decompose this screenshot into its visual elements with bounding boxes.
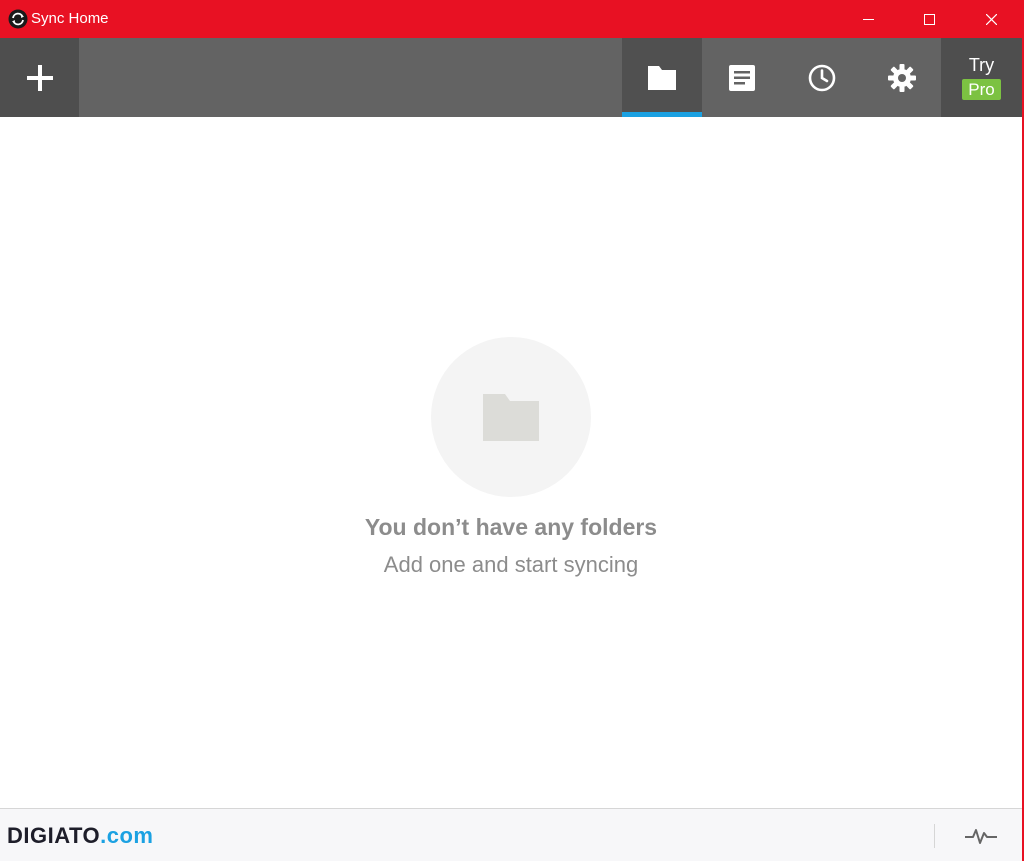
clock-icon [808,64,836,91]
minimize-icon [862,18,874,20]
window-title: Sync Home [31,10,109,27]
watermark-main: DIGIATO [7,823,101,848]
plus-icon [26,64,53,91]
empty-state-illustration [431,337,591,497]
activity-icon[interactable] [965,826,997,846]
close-icon [985,13,997,25]
minimize-button[interactable] [837,0,899,38]
toolbar: Try Pro [0,38,1022,117]
empty-state-subtitle: Add one and start syncing [383,552,639,577]
active-tab-indicator [622,112,702,117]
tab-log[interactable] [702,38,782,117]
pro-badge: Pro [962,79,1001,100]
gear-icon [888,63,916,92]
maximize-icon [923,13,935,25]
close-button[interactable] [960,0,1022,38]
tab-settings[interactable] [862,38,942,117]
empty-state-title: You don’t have any folders [364,514,658,540]
watermark-tld: .com [100,823,154,848]
tab-folders[interactable] [622,38,702,117]
status-divider [934,824,935,848]
title-bar[interactable]: Sync Home [0,0,1024,38]
tab-history[interactable] [782,38,862,117]
document-icon [729,64,755,91]
folder-icon [483,393,539,441]
watermark: DIGIATO.com [7,823,154,849]
sync-logo-icon [8,9,28,29]
try-label: Try [968,55,995,75]
try-pro-button[interactable]: Try Pro [941,38,1022,117]
add-folder-button[interactable] [0,38,79,117]
status-bar: DIGIATO.com [0,808,1022,861]
folder-icon [648,65,676,90]
app-window: Sync Home Try Pro You don’t have any fol… [0,0,1024,861]
maximize-button[interactable] [898,0,960,38]
